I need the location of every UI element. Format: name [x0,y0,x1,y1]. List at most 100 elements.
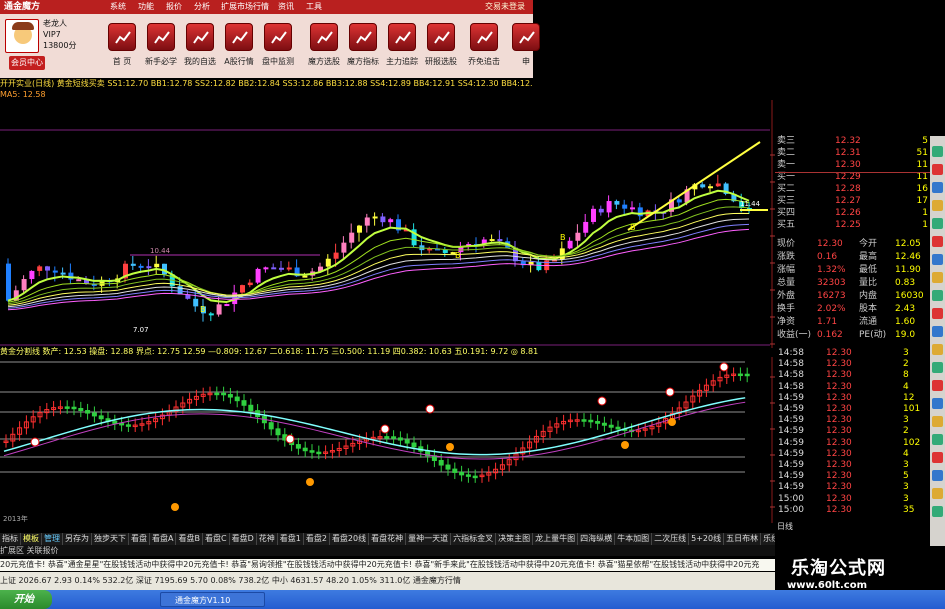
indicator-tab[interactable]: 看盘C [203,533,230,545]
menu-analysis[interactable]: 分析 [194,1,210,13]
main-kline-chart[interactable]: 10.44 11.44 7.07 B B B B [0,100,775,348]
menu-system[interactable]: 系统 [110,1,126,13]
toolbar-btn-0[interactable]: 首 页 [104,20,140,72]
ma-ribbon [7,206,750,305]
menu-ext-market[interactable]: 扩展市场行情 [221,1,269,13]
candle-body [608,424,614,428]
candle-body [240,285,245,293]
sell-marker [30,437,40,447]
indicator-tab[interactable]: 看盘花神 [369,533,407,545]
candle-body [591,208,596,222]
level-volume: 1 [922,208,928,218]
level-label: 买一 [777,172,796,182]
indicator-tab[interactable]: 管理 [42,533,63,545]
candle-body [112,420,118,424]
level-price: 12.31 [835,148,861,158]
menu-tools[interactable]: 工具 [306,1,322,13]
toolbar-btn-4[interactable]: 盘中监测 [260,20,296,72]
menu-function[interactable]: 功能 [138,1,154,13]
start-button[interactable]: 开始 [0,590,52,609]
toolbar-btn-6[interactable]: 魔方指标 [345,20,381,72]
target-icon [470,23,498,51]
indicator-tab[interactable]: 牛本加图 [615,533,653,545]
period-label[interactable]: 日线 [777,521,793,532]
indicator-tab[interactable]: 六指标金叉 [451,533,497,545]
taskbar-app[interactable]: 通金魔方V1.10 [160,592,265,607]
level-volume: 11 [916,172,928,182]
toolbar-btn-5[interactable]: 魔方选股 [306,20,342,72]
news-ticker[interactable]: 20元充值卡! 恭喜"通金星星"在股钱钱活动中获得中20元充值卡! 恭喜"易询领… [0,559,775,571]
candle-body [227,394,233,398]
indicator-tab[interactable]: 量神一天道 [406,533,452,545]
candle-body [138,265,144,268]
indicator-tab[interactable]: 另存为 [63,533,92,545]
candle-body [263,267,269,270]
indicator-tab[interactable]: 五日布林 [724,533,762,545]
toolbar-btn-9[interactable]: 乔免追击 [466,20,502,72]
toolbar-btn-8[interactable]: 研报选股 [423,20,459,72]
buy-marker [306,478,314,486]
indicator-tab[interactable]: 看盘A [150,533,177,545]
indicator-tab[interactable]: 模板 [21,533,42,545]
stat-value: 16030 [895,291,924,301]
stat-row: 收益(一) 0.162 PE(动) 19.0 [777,329,930,341]
tick-price: 12.30 [826,392,852,403]
toolbar-btn-2[interactable]: 我的自选 [182,20,218,72]
indicator-tab[interactable]: 二次压线 [652,533,690,545]
member-center-button[interactable]: 会员中心 [9,56,45,70]
tick-price: 12.30 [826,359,852,370]
header-panel: 通金魔方 系统 功能 报价 分析 扩展市场行情 资讯 工具 交易未登录 老龙人 … [0,0,540,78]
indicator-tab[interactable]: 看盘2 [304,533,330,545]
candle-body [316,451,322,455]
candle-body [465,474,471,477]
indicator-tab[interactable]: 看盘20线 [330,533,370,545]
stat-row: 外盘 16273 内盘 16030 [777,290,930,302]
level-volume: 1 [922,220,928,230]
tick-row: 14:58 12.30 3 [778,348,928,359]
order-book-row: 买五 12.25 1 [777,220,930,230]
indicator-tab[interactable]: 看盘D [230,533,257,545]
tick-time: 14:59 [778,392,804,403]
indicator-tab[interactable]: 5+20线 [689,533,725,545]
candle-body [98,415,104,420]
level-label: 卖三 [777,136,796,146]
toolbar-btn-1[interactable]: 新手必学 [143,20,179,72]
toolbar-btn-10[interactable]: 申 [508,20,544,72]
stat-value: 2.02% [817,304,846,314]
tick-price: 12.30 [826,404,852,414]
indicator-tab[interactable]: 指标 [0,533,21,545]
tick-time: 15:00 [778,504,804,515]
indicator-tab[interactable]: 看盘B [176,533,203,545]
toolbar-btn-3[interactable]: A股行情 [221,20,257,72]
indicator-tab[interactable]: 四海纵横 [578,533,616,545]
indicator-tab[interactable]: 花神 [257,533,278,545]
more-icon [512,23,540,51]
avatar[interactable] [5,19,39,53]
tick-row: 15:00 12.30 3 [778,494,928,505]
chart-up-icon [310,23,338,51]
candle-body [357,225,362,233]
tick-volume: 8 [903,370,909,381]
indicator-tab[interactable]: 看盘 [129,533,150,545]
candle-body [598,208,604,213]
indicator-tab[interactable]: 看盘1 [278,533,304,545]
tick-row: 14:59 12.30 5 [778,471,928,482]
stat-value: 12.30 [817,239,843,249]
toolbar-btn-7[interactable]: 主力追踪 [384,20,420,72]
golden-section-chart[interactable]: 2013年 [0,357,775,523]
indicator-tab[interactable]: 龙上量牛图 [533,533,579,545]
indicator-tab[interactable]: 独步天下 [92,533,129,545]
candle-body [91,412,97,417]
candle-body [71,406,77,410]
account-status[interactable]: 交易未登录 [485,1,525,13]
order-book-row: 卖一 12.30 11 [777,160,930,170]
indicator-tab[interactable]: 决策主图 [496,533,534,545]
tick-row: 14:58 12.30 2 [778,359,928,370]
candle-body [119,422,125,426]
expand-area[interactable]: 扩展区 关联报价 [0,545,775,556]
menu-news[interactable]: 资讯 [278,1,294,13]
tick-time: 14:59 [778,482,804,493]
menu-quote[interactable]: 报价 [166,1,182,13]
indicator-tab[interactable]: 乐线 [761,533,775,545]
tick-list: 14:58 12.30 3 14:58 12.30 2 14:58 12.30 8 14:58 12… [775,346,930,532]
